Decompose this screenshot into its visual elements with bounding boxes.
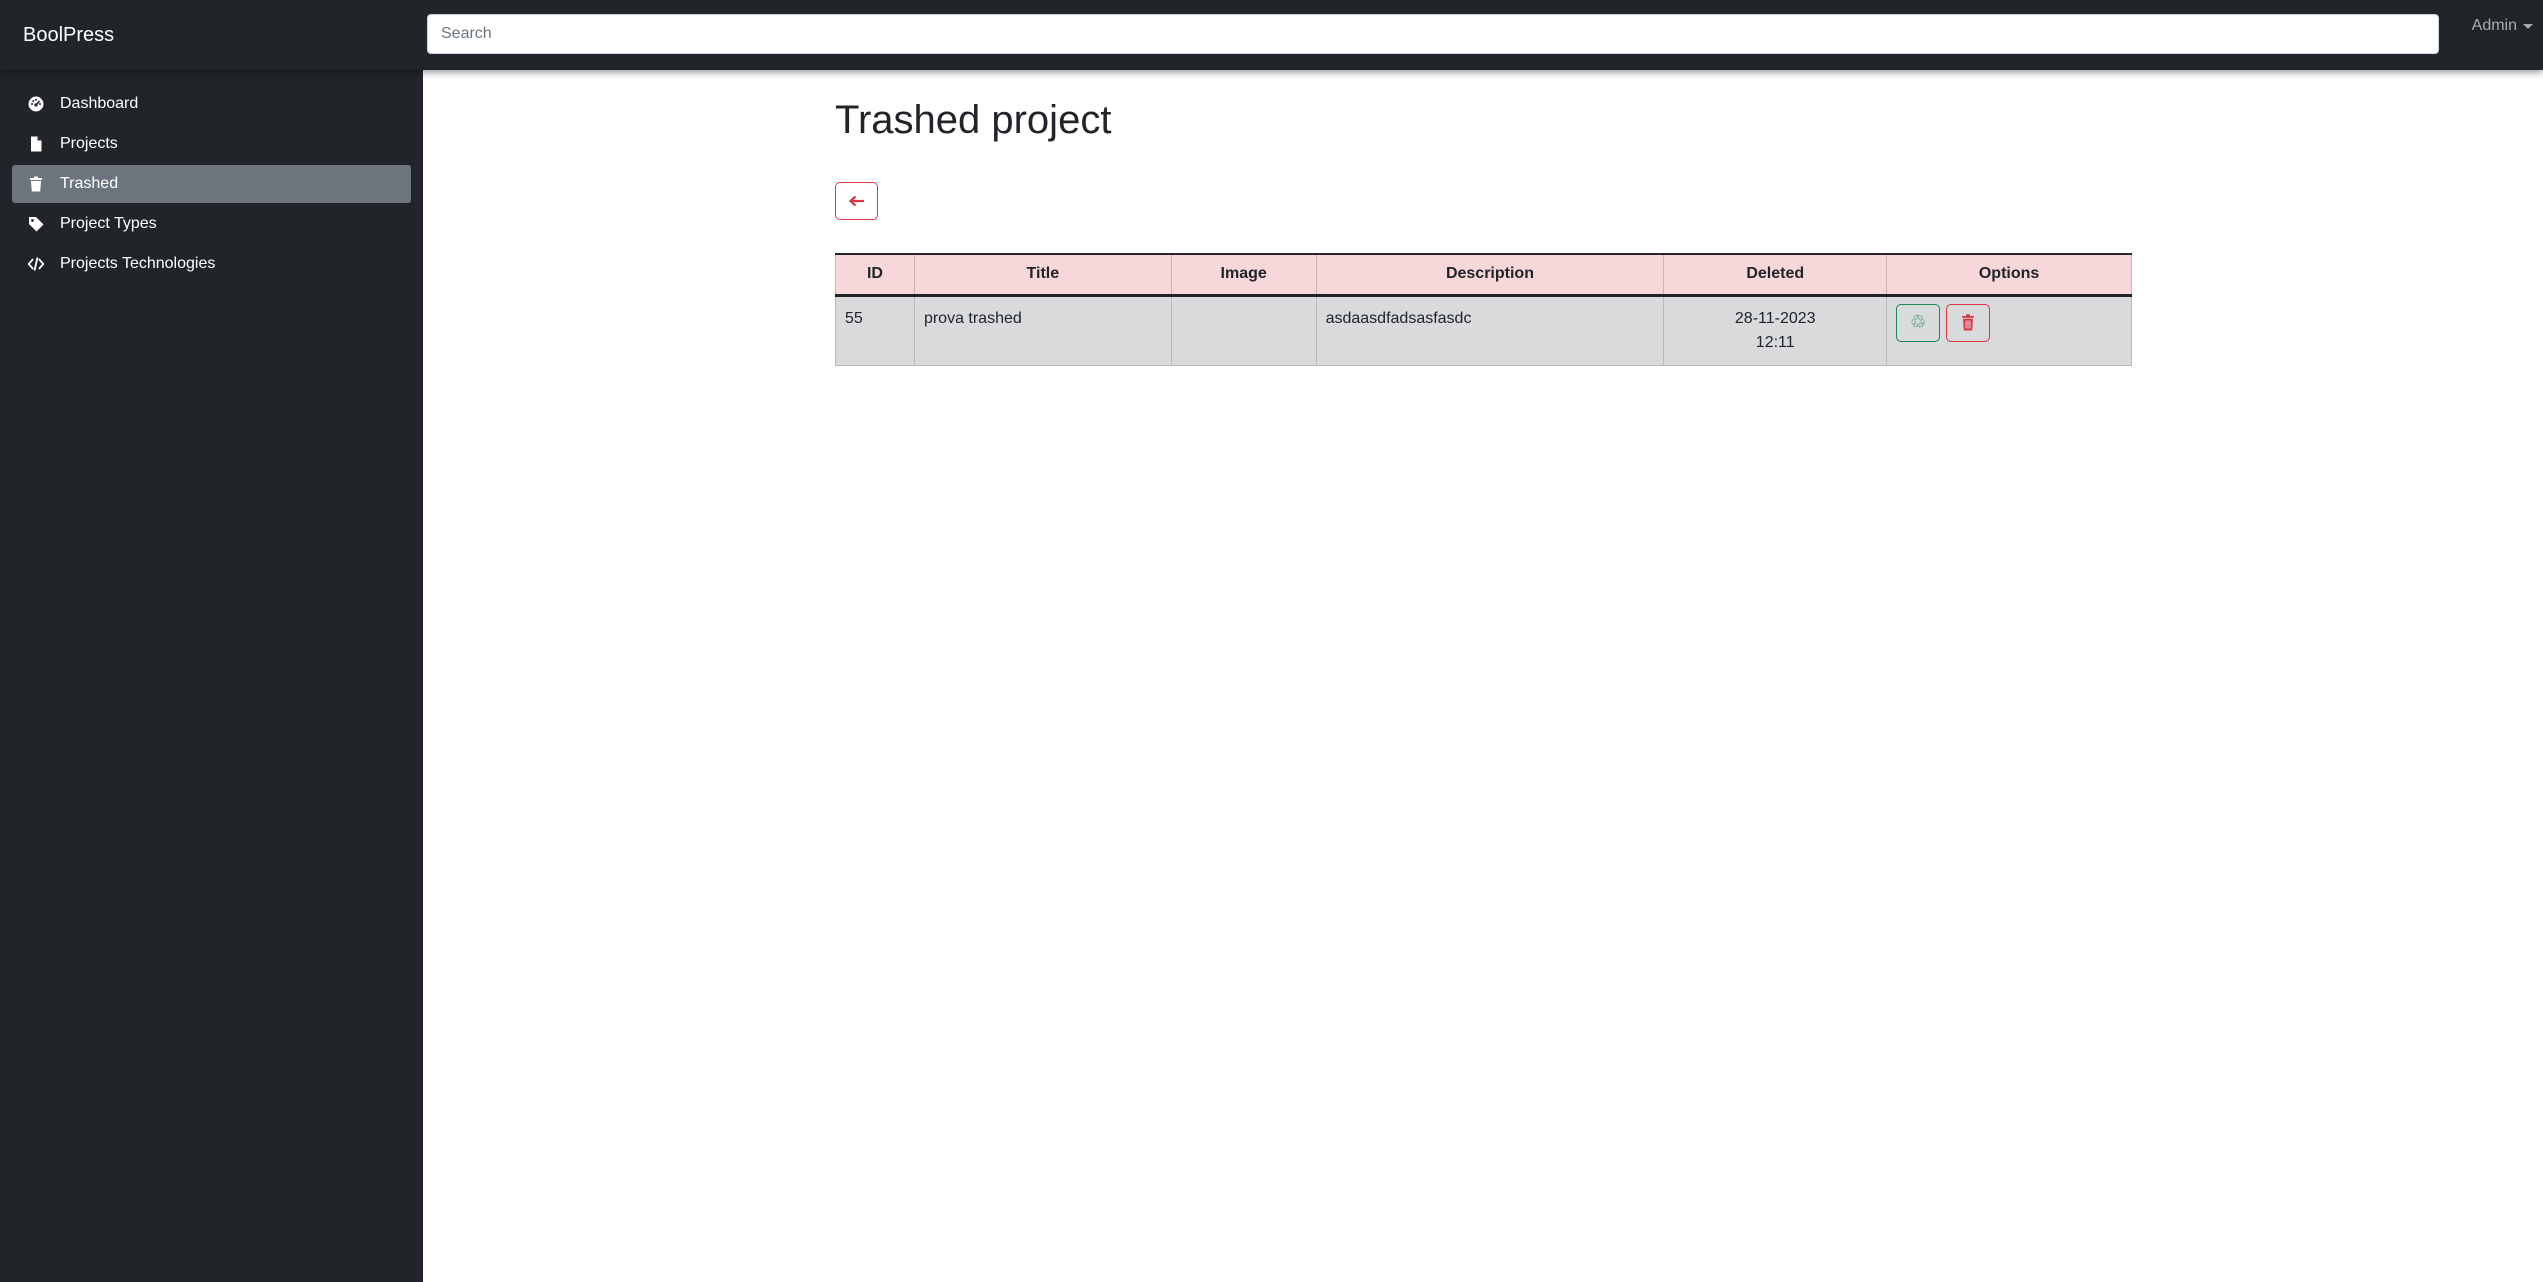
file-icon [26,134,46,154]
user-menu-dropdown[interactable]: Admin [2472,17,2533,35]
column-header-description: Description [1315,253,1665,297]
trash-icon [1960,314,1976,331]
search-input[interactable] [427,14,2439,54]
trashed-projects-table: ID Title Image Description Deleted Optio… [835,253,2132,366]
cell-id: 55 [835,294,915,366]
restore-button[interactable]: ♲ [1896,303,1941,342]
caret-down-icon [2523,23,2533,29]
cell-description: asdaasdfadsasfasdc [1315,294,1665,366]
trash-icon [26,174,46,194]
arrow-left-icon [848,194,866,208]
back-button[interactable] [835,182,878,220]
deleted-time: 12:11 [1755,333,1795,351]
column-header-title: Title [913,253,1172,297]
sidebar-item-projects-technologies[interactable]: Projects Technologies [12,245,411,283]
sidebar-item-label: Dashboard [60,95,139,112]
sidebar-item-trashed[interactable]: Trashed [12,165,411,203]
column-header-image: Image [1170,253,1317,297]
sidebar-item-label: Project Types [60,215,157,232]
sidebar-item-label: Projects Technologies [60,255,216,272]
cell-options: ♲ [1886,294,2132,366]
delete-permanently-button[interactable] [1946,303,1991,342]
deleted-date: 28-11-2023 [1734,309,1816,327]
cell-image [1170,294,1317,366]
column-header-options: Options [1886,253,2132,297]
column-header-deleted: Deleted [1663,253,1888,297]
sidebar-item-label: Projects [60,135,118,152]
sidebar-item-project-types[interactable]: Project Types [12,205,411,243]
sidebar: Dashboard Projects Trashed Project Types… [0,70,423,1282]
top-navbar: BoolPress Admin [0,0,2543,70]
main-content: Trashed project ID Title Image Descripti… [423,70,2543,1282]
brand-link[interactable]: BoolPress [23,22,114,48]
cell-deleted: 28-11-2023 12:11 [1663,294,1888,366]
table-row: 55 prova trashed asdaasdfadsasfasdc 28-1… [835,294,2132,366]
sidebar-item-dashboard[interactable]: Dashboard [12,85,411,123]
tag-icon [26,214,46,234]
page-title: Trashed project [835,98,1112,142]
sidebar-item-projects[interactable]: Projects [12,125,411,163]
cell-title: prova trashed [913,294,1172,366]
code-icon [26,254,46,274]
column-header-id: ID [835,253,915,297]
table-header-row: ID Title Image Description Deleted Optio… [835,253,2132,297]
sidebar-item-label: Trashed [60,175,119,192]
gauge-icon [26,94,46,114]
user-name: Admin [2471,17,2517,34]
recycle-icon: ♲ [1910,312,1927,332]
